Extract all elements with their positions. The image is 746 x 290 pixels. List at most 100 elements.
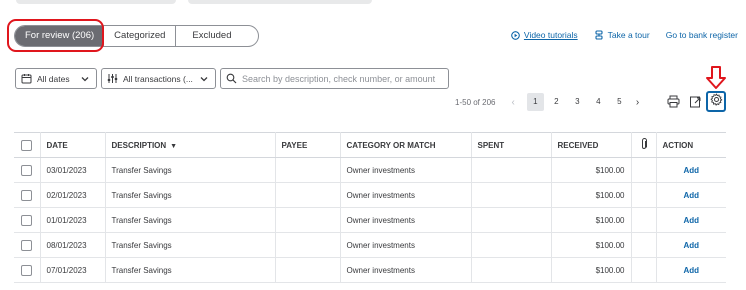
row-date: 08/01/2023: [40, 232, 106, 258]
bank-register-label: Go to bank register: [665, 30, 738, 40]
chevron-right-icon[interactable]: ›: [636, 97, 639, 108]
chevron-down-icon: [80, 74, 90, 86]
row-select-cell: [14, 207, 41, 233]
row-attachment: [631, 182, 657, 208]
table-row[interactable]: 07/01/2023 Transfer Savings Owner invest…: [14, 257, 726, 283]
row-description: Transfer Savings: [105, 207, 276, 233]
pagination: 1-50 of 206 ‹ 1 2 3 4 5 ›: [455, 93, 639, 111]
search-field[interactable]: [220, 68, 449, 89]
search-icon: [226, 73, 237, 84]
page-2-button[interactable]: 2: [548, 93, 565, 111]
row-category[interactable]: Owner investments: [340, 157, 472, 183]
row-category[interactable]: Owner investments: [340, 257, 472, 283]
row-date: 01/01/2023: [40, 207, 106, 233]
row-received: $100.00: [551, 207, 632, 233]
row-description: Transfer Savings: [105, 157, 276, 183]
play-circle-icon: [511, 30, 520, 40]
description-header[interactable]: DESCRIPTION ▼: [105, 132, 276, 158]
add-button[interactable]: Add: [683, 191, 699, 200]
row-date: 02/01/2023: [40, 182, 106, 208]
received-header[interactable]: RECEIVED: [551, 132, 632, 158]
row-received: $100.00: [551, 257, 632, 283]
row-spent: [471, 157, 552, 183]
description-header-label: DESCRIPTION: [111, 140, 167, 150]
select-all-cell: [14, 132, 41, 158]
row-spent: [471, 182, 552, 208]
pagination-range: 1-50 of 206: [455, 97, 496, 107]
row-payee[interactable]: [275, 207, 341, 233]
select-all-checkbox[interactable]: [21, 139, 33, 151]
gear-icon: [710, 93, 723, 111]
settings-gear-button[interactable]: [706, 91, 726, 112]
row-spent: [471, 232, 552, 258]
page-1-button[interactable]: 1: [526, 93, 544, 111]
row-checkbox[interactable]: [21, 189, 33, 201]
page-4-button[interactable]: 4: [590, 93, 607, 111]
table-row[interactable]: 02/01/2023 Transfer Savings Owner invest…: [14, 182, 726, 208]
row-checkbox[interactable]: [21, 164, 33, 176]
add-button[interactable]: Add: [683, 241, 699, 250]
row-category[interactable]: Owner investments: [340, 232, 472, 258]
action-header: ACTION: [656, 132, 726, 158]
row-select-cell: [14, 232, 41, 258]
row-select-cell: [14, 182, 41, 208]
table-row[interactable]: 03/01/2023 Transfer Savings Owner invest…: [14, 157, 726, 183]
filter-icon: [107, 73, 118, 84]
page-3-button[interactable]: 3: [569, 93, 586, 111]
row-spent: [471, 257, 552, 283]
row-payee[interactable]: [275, 157, 341, 183]
row-date: 03/01/2023: [40, 157, 106, 183]
add-button[interactable]: Add: [683, 216, 699, 225]
add-button[interactable]: Add: [683, 266, 699, 275]
row-action-cell: Add: [656, 232, 726, 258]
row-date: 07/01/2023: [40, 257, 106, 283]
row-checkbox[interactable]: [21, 214, 33, 226]
table-row[interactable]: 01/01/2023 Transfer Savings Owner invest…: [14, 207, 726, 233]
video-tutorials-link[interactable]: Video tutorials: [511, 30, 578, 40]
transaction-filter-dropdown[interactable]: All transactions (...: [101, 68, 216, 89]
tab-for-review[interactable]: For review (206): [15, 26, 105, 46]
row-checkbox[interactable]: [21, 239, 33, 251]
chevron-left-icon[interactable]: ‹: [511, 97, 514, 108]
tab-excluded[interactable]: Excluded: [176, 26, 257, 46]
table-row[interactable]: 08/01/2023 Transfer Savings Owner invest…: [14, 232, 726, 258]
row-payee[interactable]: [275, 232, 341, 258]
print-icon[interactable]: [664, 92, 682, 110]
date-header[interactable]: DATE: [40, 132, 106, 158]
tab-categorized[interactable]: Categorized: [104, 26, 177, 46]
calendar-icon: [21, 73, 32, 84]
row-received: $100.00: [551, 232, 632, 258]
row-attachment: [631, 257, 657, 283]
bank-register-link[interactable]: Go to bank register: [666, 30, 738, 40]
take-tour-link[interactable]: Take a tour: [594, 30, 650, 40]
row-spent: [471, 207, 552, 233]
transaction-filter-label: All transactions (...: [123, 73, 193, 84]
row-payee[interactable]: [275, 257, 341, 283]
row-description: Transfer Savings: [105, 182, 276, 208]
row-category[interactable]: Owner investments: [340, 207, 472, 233]
attachment-header: [631, 132, 657, 158]
row-received: $100.00: [551, 182, 632, 208]
attachment-icon: [640, 138, 648, 152]
row-select-cell: [14, 257, 41, 283]
export-icon[interactable]: [686, 92, 704, 110]
row-action-cell: Add: [656, 157, 726, 183]
row-action-cell: Add: [656, 257, 726, 283]
add-button[interactable]: Add: [683, 166, 699, 175]
row-attachment: [631, 232, 657, 258]
search-input[interactable]: [242, 73, 442, 84]
row-description: Transfer Savings: [105, 232, 276, 258]
tour-icon: [594, 30, 604, 40]
take-tour-label: Take a tour: [607, 30, 650, 40]
row-category[interactable]: Owner investments: [340, 182, 472, 208]
date-filter-label: All dates: [37, 73, 70, 84]
payee-header[interactable]: PAYEE: [275, 132, 341, 158]
date-filter-dropdown[interactable]: All dates: [15, 68, 97, 89]
top-bar-left: [16, 0, 176, 4]
page-5-button[interactable]: 5: [611, 93, 628, 111]
category-header[interactable]: CATEGORY OR MATCH: [340, 132, 472, 158]
video-tutorials-label: Video tutorials: [523, 30, 578, 40]
row-checkbox[interactable]: [21, 264, 33, 276]
spent-header[interactable]: SPENT: [471, 132, 552, 158]
row-payee[interactable]: [275, 182, 341, 208]
